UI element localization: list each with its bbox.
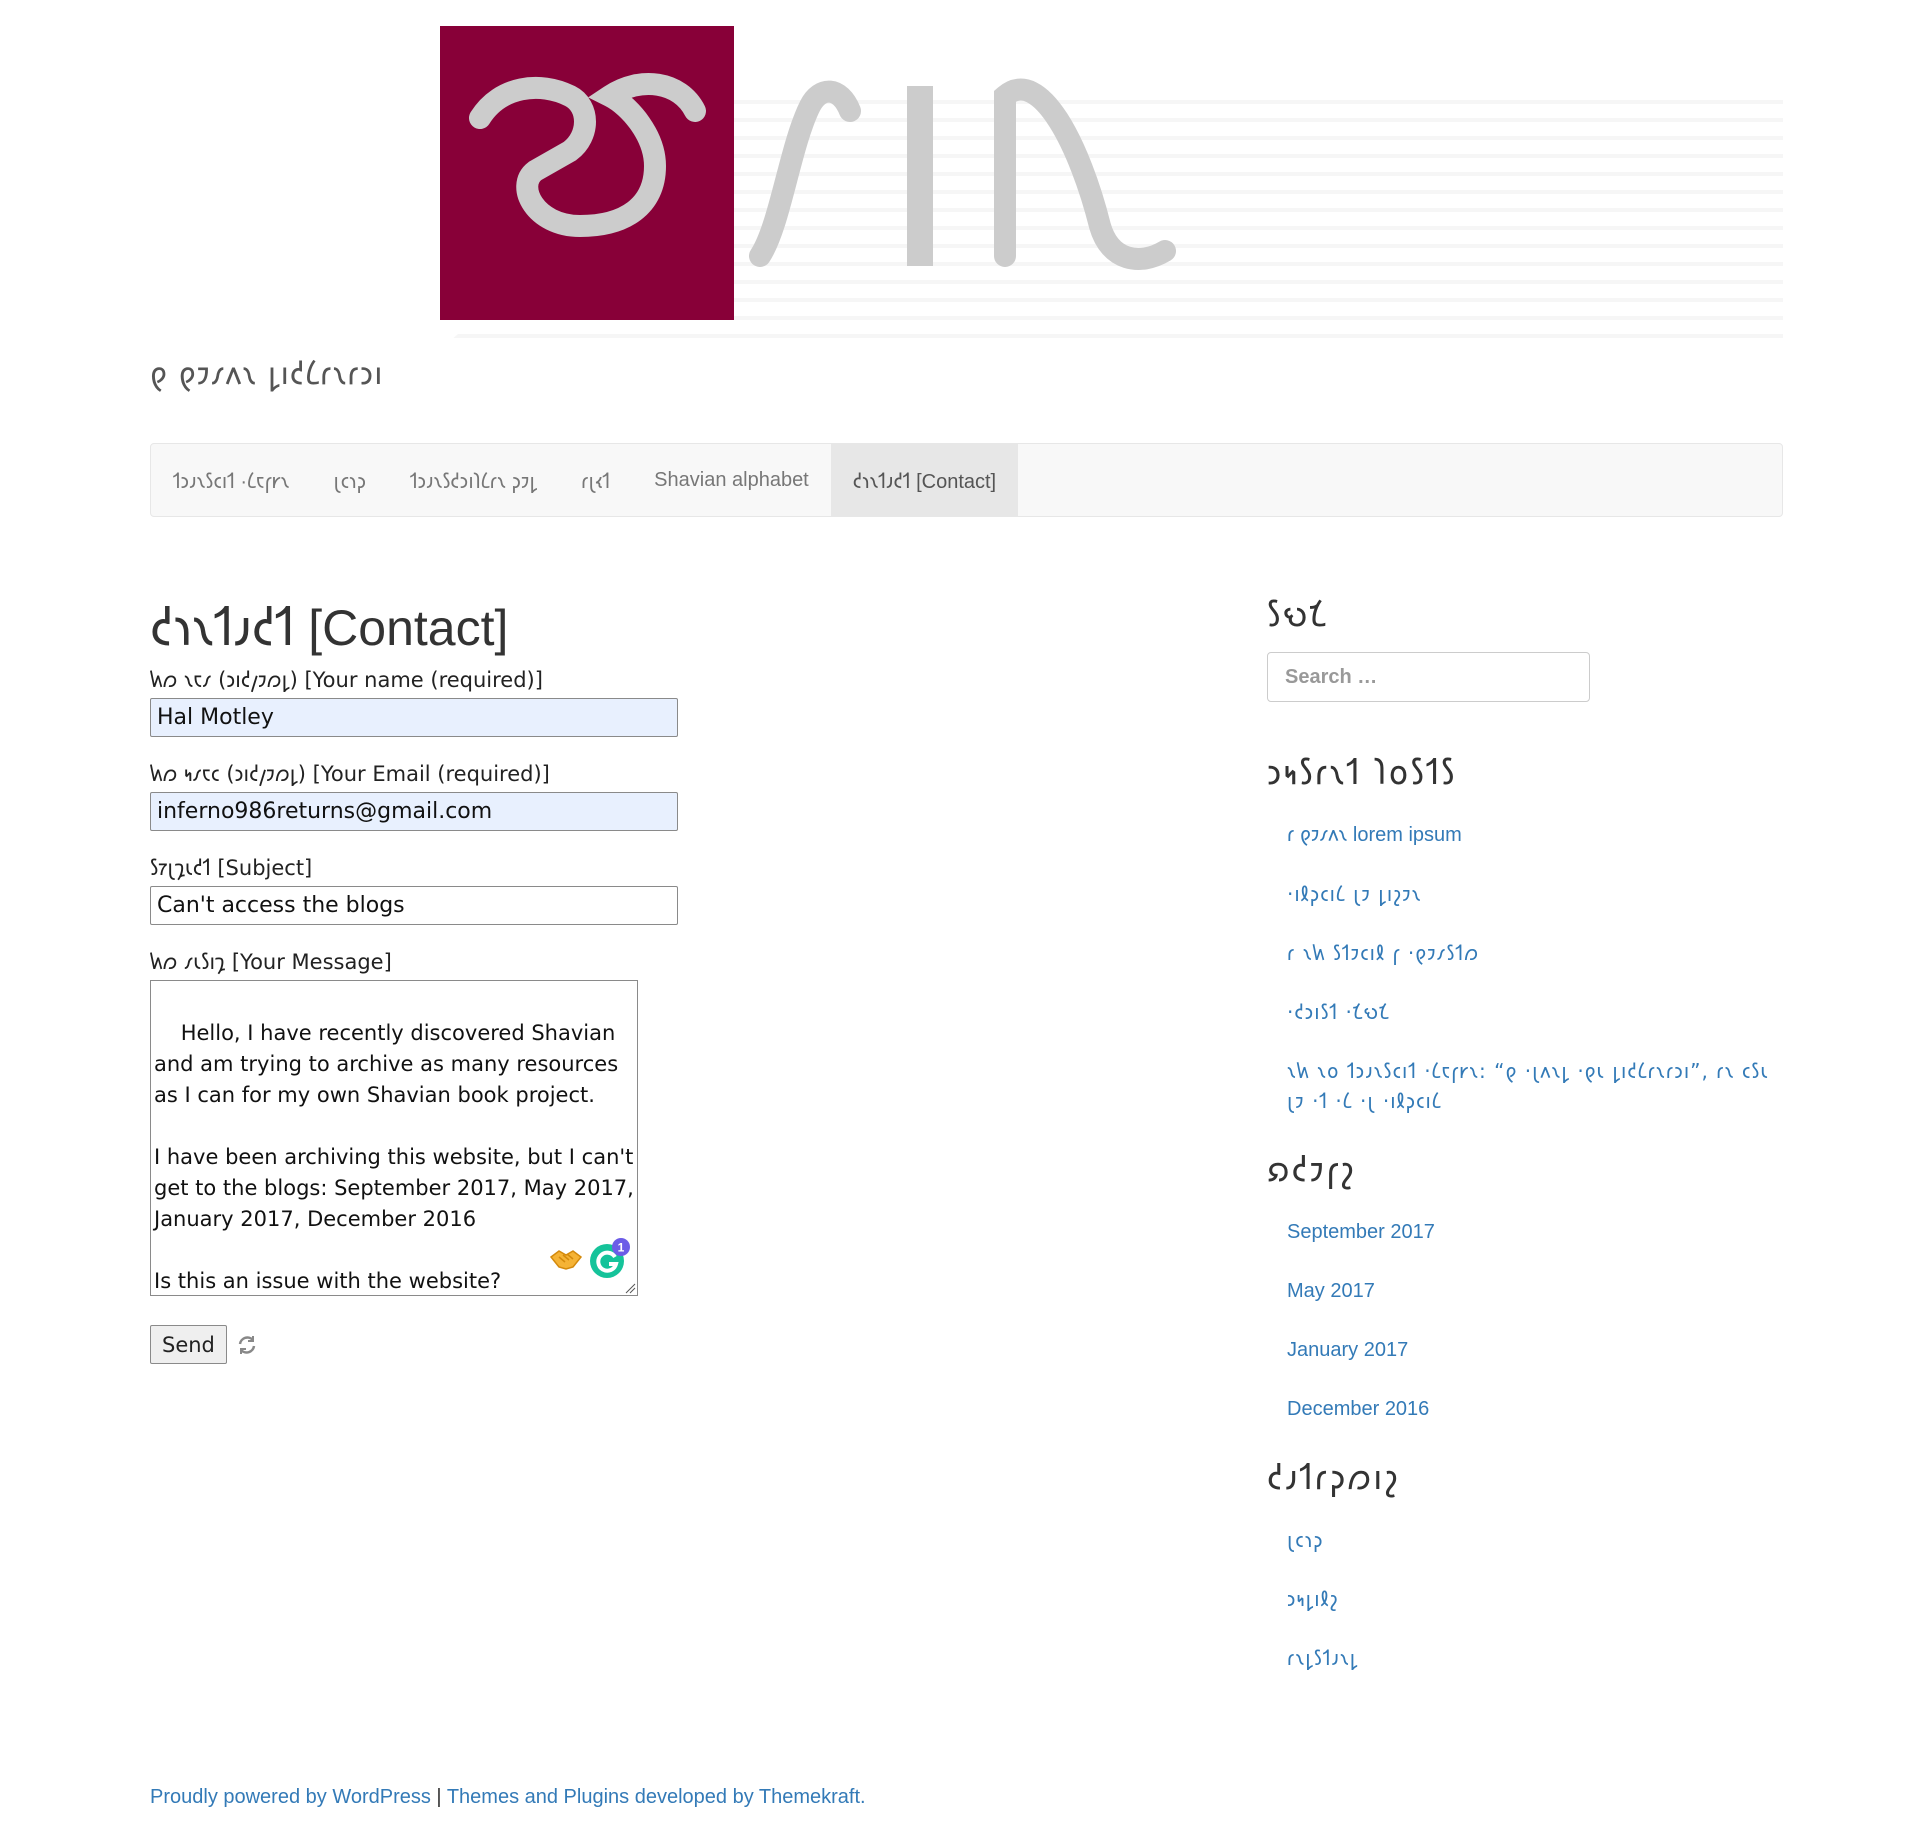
recent-posts-title: 𐑮𐑰𐑕𐑩𐑯𐑑 𐑐𐑴𐑕𐑑𐑕 [1267, 753, 1457, 793]
subject-field[interactable] [150, 886, 678, 925]
nav-item-transcription-guide[interactable]: 𐑑𐑮𐑨𐑯𐑕𐑒𐑮𐑦𐑐𐑖𐑩𐑯 𐑜𐑲𐑛 [388, 444, 559, 516]
recent-post-link[interactable]: 𐑯𐑿 𐑯𐑴 𐑑𐑮𐑨𐑯𐑕𐑤𐑦𐑑 ·𐑖𐑱𐑝𐑾𐑯: “𐑞 ·𐑚𐑵𐑯𐑛 ·𐑞𐑧 𐑛𐑦𐑒𐑖… [1287, 1056, 1787, 1116]
search-input[interactable] [1267, 652, 1590, 702]
name-field-label: 𐑿𐑼 𐑯𐑱𐑥 (𐑮𐑦𐑒𐑢𐑲𐑼𐑛) [Your name (required)] [150, 668, 543, 692]
message-field-label: 𐑿𐑼 𐑥𐑧𐑕𐑦𐑡 [Your Message] [150, 950, 392, 974]
category-link[interactable]: 𐑚𐑤𐑪𐑜 [1287, 1525, 1787, 1555]
sidebar: 𐑕𐑻𐑗 𐑮𐑰𐑕𐑩𐑯𐑑 𐑐𐑴𐑕𐑑𐑕 𐑩 𐑞𐑲𐑥𐑵𐑯 lorem ipsum ·𐑦𐑙… [1267, 590, 1787, 1702]
nav-item-blog[interactable]: 𐑚𐑤𐑪𐑜 [311, 444, 388, 516]
recent-post-link[interactable]: 𐑩 𐑯𐑿 𐑕𐑑𐑲𐑤𐑦𐑙 𐑝 ·𐑞𐑲𐑥𐑕𐑑𐑼 [1287, 938, 1787, 968]
subject-field-label: 𐑕𐑳𐑚𐑡𐑧𐑒𐑑 [Subject] [150, 856, 313, 880]
page-title: 𐑒𐑪𐑯𐑑𐑨𐑒𐑑 [Contact] [150, 600, 509, 656]
send-button[interactable]: Send [150, 1325, 227, 1364]
archive-link[interactable]: January 2017 [1287, 1335, 1787, 1365]
nav-item-shavian-alphabet[interactable]: Shavian alphabet [632, 444, 831, 516]
nav-item-translit-shavian[interactable]: 𐑑𐑮𐑨𐑯𐑕𐑤𐑦𐑑 ·𐑖𐑱𐑝𐑾𐑯 [151, 444, 311, 516]
name-field[interactable] [150, 698, 678, 737]
site-tagline: 𐑞 𐑞𐑲𐑥𐑵𐑯 𐑛𐑦𐑒𐑖𐑩𐑯𐑩𐑮𐑦 [150, 356, 384, 392]
archive-link[interactable]: December 2016 [1287, 1394, 1787, 1424]
themekraft-link[interactable]: Themes and Plugins developed by Themekra… [447, 1786, 866, 1808]
category-link[interactable]: 𐑩𐑯𐑛𐑕𐑑𐑨𐑯𐑛 [1287, 1643, 1787, 1673]
site-footer: Proudly powered by WordPress | Themes an… [150, 1786, 866, 1809]
nav-item-about[interactable]: 𐑩𐑚𐑬𐑑 [559, 444, 632, 516]
logo-glyph-4 [994, 78, 1176, 270]
message-textarea[interactable]: Hello, I have recently discovered Shavia… [150, 980, 638, 1296]
archive-link[interactable]: September 2017 [1287, 1217, 1787, 1247]
nav-item-contact[interactable]: 𐑒𐑪𐑯𐑑𐑨𐑒𐑑 [Contact] [830, 444, 1019, 516]
footer-separator: | [430, 1786, 447, 1808]
email-field[interactable] [150, 792, 678, 831]
recent-post-link[interactable]: ·𐑒𐑮𐑦𐑕𐑑 ·𐑗𐑻𐑗 [1287, 997, 1787, 1027]
category-link[interactable]: 𐑮𐑰𐑛𐑦𐑙𐑟 [1287, 1584, 1787, 1614]
archive-link[interactable]: May 2017 [1287, 1276, 1787, 1306]
contact-form: 𐑿𐑼 𐑯𐑱𐑥 (𐑮𐑦𐑒𐑢𐑲𐑼𐑛) [Your name (required)] … [150, 666, 870, 1364]
categories-list: 𐑚𐑤𐑪𐑜 𐑮𐑰𐑛𐑦𐑙𐑟 𐑩𐑯𐑛𐑕𐑑𐑨𐑯𐑛 [1267, 1525, 1787, 1673]
recent-post-link[interactable]: ·𐑦𐑙𐑜𐑤𐑦𐑖 𐑚𐑲 𐑛𐑦𐑟𐑲𐑯 [1287, 879, 1787, 909]
grammarly-count: 1 [618, 1241, 625, 1255]
recent-posts-list: 𐑩 𐑞𐑲𐑥𐑵𐑯 lorem ipsum ·𐑦𐑙𐑜𐑤𐑦𐑖 𐑚𐑲 𐑛𐑦𐑟𐑲𐑯 𐑩 𐑯… [1267, 820, 1787, 1116]
resize-grip-icon[interactable] [624, 1282, 636, 1294]
main-navigation: 𐑑𐑮𐑨𐑯𐑕𐑤𐑦𐑑 ·𐑖𐑱𐑝𐑾𐑯 𐑚𐑤𐑪𐑜 𐑑𐑮𐑨𐑯𐑕𐑒𐑮𐑦𐑐𐑖𐑩𐑯 𐑜𐑲𐑛 𐑩𐑚… [150, 443, 1783, 517]
email-field-label: 𐑿𐑼 𐑰𐑥𐑱𐑤 (𐑮𐑦𐑒𐑢𐑲𐑼𐑛) [Your Email (required)… [150, 762, 550, 786]
handshake-icon[interactable] [549, 1247, 583, 1271]
refresh-spinner-icon [238, 1335, 256, 1354]
categories-title: 𐑒𐑨𐑑𐑩𐑜𐑼𐑦𐑟 [1267, 1458, 1400, 1498]
send-row: Send [150, 1325, 870, 1364]
archives-title: 𐑸𐑒𐑲𐑝𐑟 [1267, 1150, 1356, 1190]
logo-glyph-1 [469, 73, 706, 238]
archives-list: September 2017 May 2017 January 2017 Dec… [1267, 1217, 1787, 1424]
logo-glyphs [469, 73, 1176, 270]
search-widget-title: 𐑕𐑻𐑗 [1267, 595, 1328, 635]
grammarly-icon[interactable]: 1 [589, 1237, 631, 1279]
logo-glyph-2 [749, 80, 861, 267]
recent-post-link[interactable]: 𐑩 𐑞𐑲𐑥𐑵𐑯 lorem ipsum [1287, 820, 1787, 850]
wordpress-link[interactable]: Proudly powered by WordPress [150, 1786, 431, 1808]
